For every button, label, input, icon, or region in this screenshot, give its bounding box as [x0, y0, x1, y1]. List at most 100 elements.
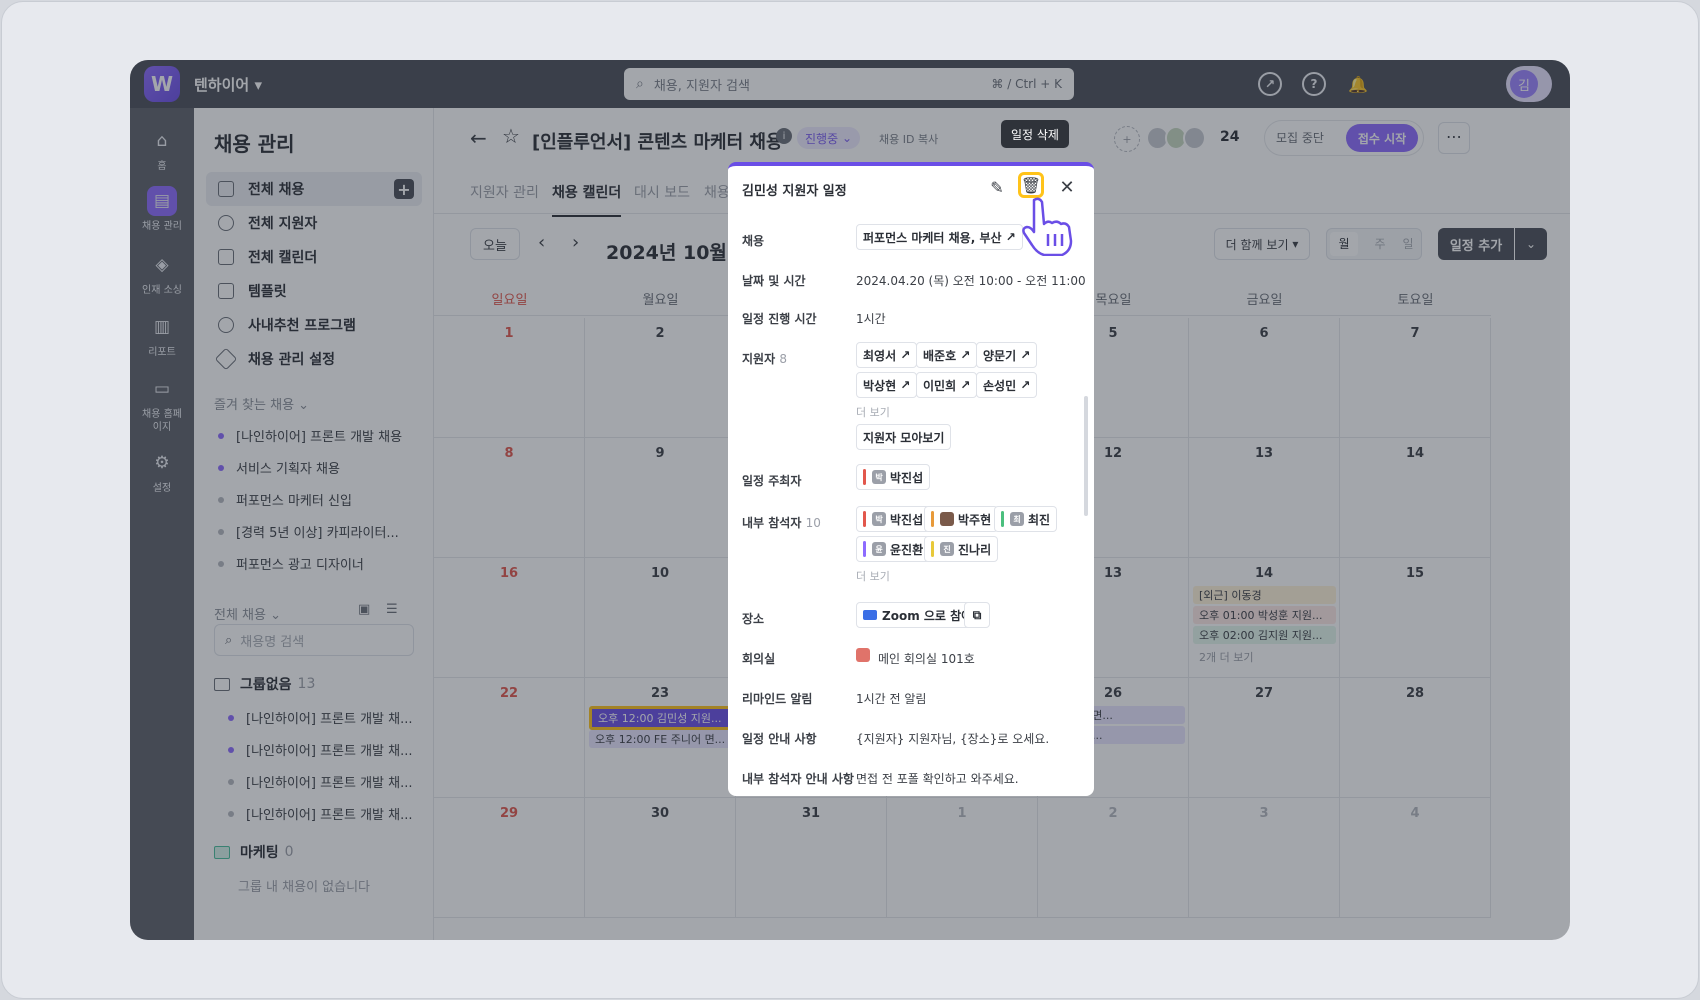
calendar-day-cell[interactable]: 14: [1340, 438, 1491, 558]
more-options-icon[interactable]: ⋯: [1438, 122, 1470, 154]
org-switcher[interactable]: 텐하이어 ▾: [194, 74, 262, 95]
group-none[interactable]: 그룹없음 13: [214, 674, 315, 694]
favorite-item[interactable]: [경력 5년 이상] 카피라이터...: [218, 522, 399, 541]
filter-icon[interactable]: ☰: [386, 602, 398, 617]
calendar-day-cell[interactable]: 28: [1340, 678, 1491, 798]
calendar-day-cell[interactable]: 30: [585, 798, 736, 918]
group-job-item[interactable]: [나인하이어] 프론트 개발 채...: [228, 740, 413, 759]
back-arrow-icon[interactable]: ←: [470, 126, 487, 150]
add-member-icon[interactable]: +: [1114, 126, 1140, 152]
sidebar-item-settings[interactable]: 채용 관리 설정: [206, 342, 422, 376]
zoom-join-button[interactable]: Zoom 으로 참여: [856, 602, 980, 628]
view-week-button[interactable]: 주: [1366, 232, 1394, 256]
status-badge[interactable]: 진행중 ⌄: [797, 127, 860, 149]
prev-month-icon[interactable]: ‹: [538, 232, 545, 253]
highlighted-event[interactable]: 오후 12:00 김민성 지원...: [589, 706, 732, 730]
group-job-item[interactable]: [나인하이어] 프론트 개발 채...: [228, 708, 413, 727]
calendar-day-cell[interactable]: 16: [434, 558, 585, 678]
delete-trash-icon[interactable]: 🗑: [1018, 172, 1044, 198]
sidebar-item-all-jobs[interactable]: 전체 채용 +: [206, 172, 422, 206]
job-link-chip[interactable]: 퍼포먼스 마케터 채용, 부산 ↗: [856, 224, 1023, 250]
event-item[interactable]: 오후 12:00 FE 주니어 면...: [589, 730, 732, 748]
tab-applicants[interactable]: 지원자 관리: [470, 182, 539, 202]
applicant-chip[interactable]: 박상현 ↗: [856, 372, 918, 398]
calendar-day-cell[interactable]: 1: [434, 318, 585, 438]
start-recruit-button[interactable]: 접수 시작: [1346, 124, 1418, 152]
sidebar-item-templates[interactable]: 템플릿: [206, 274, 422, 308]
applicant-chip[interactable]: 최영서 ↗: [856, 342, 918, 368]
member-avatars[interactable]: [1146, 126, 1207, 152]
tab-calendar[interactable]: 채용 캘린더: [552, 182, 622, 217]
info-icon[interactable]: i: [776, 128, 792, 144]
new-folder-icon[interactable]: ▣: [358, 602, 370, 617]
sidebar-item-all-calendar[interactable]: 전체 캘린더: [206, 240, 422, 274]
calendar-day-cell[interactable]: 7: [1340, 318, 1491, 438]
edit-icon[interactable]: ✎: [984, 174, 1010, 200]
calendar-day-cell[interactable]: 31: [736, 798, 887, 918]
view-day-button[interactable]: 일: [1394, 232, 1422, 256]
all-jobs-section-title[interactable]: 전체 채용 ⌄: [214, 604, 281, 623]
view-together-select[interactable]: 더 함께 보기 ▾: [1214, 228, 1310, 260]
calendar-day-cell[interactable]: 8: [434, 438, 585, 558]
calendar-day-cell[interactable]: 9: [585, 438, 736, 558]
stop-recruit-button[interactable]: 모집 중단: [1276, 129, 1324, 146]
calendar-day-cell[interactable]: 13: [1189, 438, 1340, 558]
calendar-day-cell[interactable]: 2: [1038, 798, 1189, 918]
nav-recruit[interactable]: ▤ 채용 관리: [130, 186, 194, 233]
favorite-item[interactable]: 서비스 기획자 채용: [218, 458, 340, 477]
sidebar-item-all-applicants[interactable]: 전체 지원자: [206, 206, 422, 240]
collect-applicants-button[interactable]: 지원자 모아보기: [856, 424, 952, 450]
favorite-item[interactable]: 퍼포먼스 광고 디자이너: [218, 554, 364, 573]
nav-report[interactable]: ▥ 리포트: [130, 312, 194, 359]
nav-homepage[interactable]: ▭ 채용 홈페이지: [130, 374, 194, 434]
applicant-chip[interactable]: 손성민 ↗: [976, 372, 1038, 398]
favorite-item[interactable]: [나인하이어] 프론트 개발 채용: [218, 426, 402, 445]
chat-icon[interactable]: ↗: [1258, 72, 1282, 96]
add-job-button[interactable]: +: [394, 179, 414, 199]
next-month-icon[interactable]: ›: [572, 232, 579, 253]
logo-icon[interactable]: W: [144, 66, 180, 102]
calendar-day-cell[interactable]: 4: [1340, 798, 1491, 918]
sidebar-item-referral[interactable]: 사내추천 프로그램: [206, 308, 422, 342]
calendar-day-cell[interactable]: 29: [434, 798, 585, 918]
user-menu[interactable]: 김: [1506, 66, 1552, 102]
favorite-item[interactable]: 퍼포먼스 마케터 신입: [218, 490, 352, 509]
calendar-day-cell[interactable]: 6: [1189, 318, 1340, 438]
popover-scrollbar[interactable]: [1084, 396, 1088, 516]
calendar-day-cell[interactable]: 10: [585, 558, 736, 678]
group-job-item[interactable]: [나인하이어] 프론트 개발 채...: [228, 804, 413, 823]
job-search-input[interactable]: ⌕ 채용명 검색: [214, 624, 414, 656]
calendar-day-cell[interactable]: 22: [434, 678, 585, 798]
global-search-input[interactable]: ⌕ 채용, 지원자 검색 ⌘ / Ctrl + K: [624, 68, 1074, 100]
chevron-down-icon[interactable]: ⌄: [1515, 228, 1547, 260]
today-button[interactable]: 오늘: [470, 228, 520, 260]
see-more-link[interactable]: 더 보기: [856, 568, 890, 584]
view-month-button[interactable]: 월: [1330, 232, 1358, 256]
add-event-button[interactable]: 일정 추가: [1438, 228, 1514, 260]
help-icon[interactable]: ?: [1302, 72, 1326, 96]
calendar-day-cell[interactable]: 2: [585, 318, 736, 438]
calendar-day-cell[interactable]: 27: [1189, 678, 1340, 798]
bell-icon[interactable]: 🔔: [1346, 72, 1370, 96]
calendar-day-cell[interactable]: 1: [887, 798, 1038, 918]
event-item[interactable]: 오후 01:00 박성훈 지원...: [1193, 606, 1336, 624]
star-icon[interactable]: ☆: [502, 124, 520, 148]
group-marketing[interactable]: 마케팅 0: [214, 842, 294, 862]
calendar-day-cell[interactable]: 3: [1189, 798, 1340, 918]
more-events-link[interactable]: 2개 더 보기: [1193, 648, 1336, 666]
chevron-up-icon[interactable]: ^: [756, 130, 766, 144]
tab-dashboard[interactable]: 대시 보드: [634, 182, 690, 202]
copy-icon[interactable]: ⧉: [964, 602, 990, 628]
applicant-chip[interactable]: 이민희 ↗: [916, 372, 978, 398]
nav-settings[interactable]: ⚙ 설정: [130, 448, 194, 495]
applicant-chip[interactable]: 양문기 ↗: [976, 342, 1038, 368]
event-item[interactable]: 오후 02:00 김지원 지원...: [1193, 626, 1336, 644]
applicant-chip[interactable]: 배준호 ↗: [916, 342, 978, 368]
group-job-item[interactable]: [나인하이어] 프론트 개발 채...: [228, 772, 413, 791]
copy-id-link[interactable]: 채용 ID 복사: [879, 131, 938, 147]
event-external[interactable]: [외근] 이동경: [1193, 586, 1336, 604]
calendar-day-cell[interactable]: 15: [1340, 558, 1491, 678]
nav-sourcing[interactable]: ◈ 인재 소싱: [130, 250, 194, 297]
favorites-section-title[interactable]: 즐겨 찾는 채용 ⌄: [214, 394, 309, 413]
see-more-link[interactable]: 더 보기: [856, 404, 890, 420]
